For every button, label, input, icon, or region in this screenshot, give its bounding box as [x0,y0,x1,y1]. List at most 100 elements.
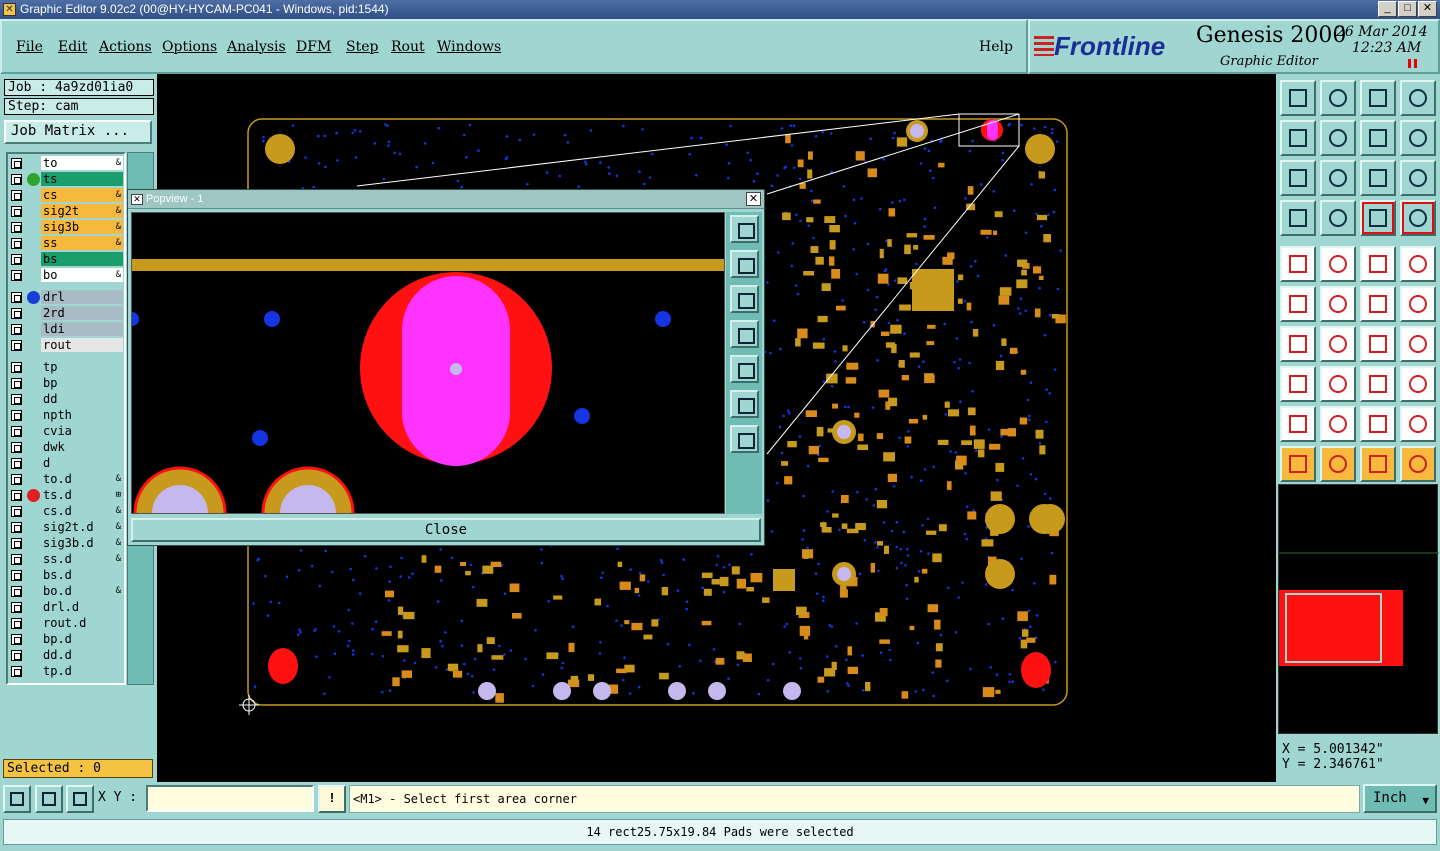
ruler-tool-icon[interactable] [1280,200,1316,236]
pointer-icon[interactable] [1280,446,1316,482]
popview-zoom-fit-icon[interactable] [730,215,759,243]
units-dropdown[interactable]: Inch ▼ [1363,784,1437,813]
pad-tool-icon[interactable] [1400,246,1436,282]
measure-icon[interactable] [1360,246,1396,282]
close-window-button[interactable]: ✕ [1418,1,1437,17]
maximize-button[interactable]: □ [1398,1,1417,17]
layer-name[interactable]: bs [41,252,123,266]
job-matrix-button[interactable]: Job Matrix ... [4,120,152,144]
layer-name[interactable]: bo & [41,268,123,282]
layer-row-sig3b-d[interactable]: sig3b.d & [8,536,124,550]
layer-row-bo[interactable]: bo & [8,268,124,282]
pointer-box-icon[interactable] [1320,446,1356,482]
rotate-icon[interactable] [1400,120,1436,156]
popview-zoom-out-icon[interactable] [730,390,759,418]
cross-icon[interactable] [1320,286,1356,322]
layer-row-to[interactable]: to & [8,156,124,170]
layer-checkbox[interactable] [11,270,22,281]
layer-checkbox[interactable] [11,554,22,565]
layer-name[interactable]: 2rd [41,306,123,320]
layer-checkbox[interactable] [11,442,22,453]
layer-row-rout[interactable]: rout [8,338,124,352]
menu-file[interactable]: File [16,39,43,55]
layer-checkbox[interactable] [11,238,22,249]
snap-icon[interactable] [1280,366,1316,402]
layer-name[interactable]: sig3b.d & [41,536,123,550]
window-split-icon[interactable] [1400,80,1436,116]
popview-pan-up-icon[interactable] [730,250,759,278]
layer-row-bs[interactable]: bs [8,252,124,266]
grid-mode-icon[interactable] [66,785,94,813]
route-icon[interactable] [1400,446,1436,482]
popview-pan-right-icon[interactable] [730,355,759,383]
help-icon[interactable] [1400,160,1436,196]
measure-mode-icon[interactable] [35,785,63,813]
grid-icon[interactable] [1320,200,1356,236]
layer-checkbox[interactable] [11,490,22,501]
layer-row-drl-d[interactable]: drl.d [8,600,124,614]
layer-checkbox[interactable] [11,522,22,533]
layer-row-rout-d[interactable]: rout.d [8,616,124,630]
layer-row-ldi[interactable]: ldi [8,322,124,336]
layer-checkbox[interactable] [11,474,22,485]
open-job-icon[interactable] [1280,80,1316,116]
menu-edit[interactable]: Edit [58,39,87,55]
shape-icon[interactable] [1400,366,1436,402]
layer-checkbox[interactable] [11,650,22,661]
layer-checkbox[interactable] [11,190,22,201]
layer-name[interactable]: cs.d & [41,504,123,518]
xy-input[interactable] [146,785,314,812]
move-left-icon[interactable] [1280,120,1316,156]
popview-zoom-in-icon[interactable] [730,425,759,453]
layer-name[interactable]: ss & [41,236,123,250]
layer-name[interactable]: ldi [41,322,123,336]
layer-name[interactable]: to & [41,156,123,170]
alert-button[interactable]: ! [318,785,346,813]
layer-row-to-d[interactable]: to.d & [8,472,124,486]
layer-checkbox[interactable] [11,538,22,549]
layer-row-tp-d[interactable]: tp.d [8,664,124,678]
dimension-icon[interactable] [1360,366,1396,402]
layer-checkbox[interactable] [11,378,22,389]
layer-row-2rd[interactable]: 2rd [8,306,124,320]
menu-actions[interactable]: Actions [99,39,152,55]
popview-zoom-view[interactable] [131,212,725,514]
layer-checkbox[interactable] [11,394,22,405]
angle-icon[interactable] [1280,326,1316,362]
layer-name[interactable]: rout.d [41,616,123,630]
layer-row-npth[interactable]: npth [8,408,124,422]
layer-name[interactable]: ts.d ⊞ [41,488,123,502]
snap-mode-icon[interactable] [3,785,31,813]
flip-icon[interactable] [1360,120,1396,156]
layer-name[interactable]: dwk [41,440,123,454]
layer-name[interactable]: rout [41,338,123,352]
layer-row-tp[interactable]: tp [8,360,124,374]
layer-row-cs-d[interactable]: cs.d & [8,504,124,518]
layer-name[interactable]: bs.d [41,568,123,582]
layer-row-cvia[interactable]: cvia [8,424,124,438]
layer-checkbox[interactable] [11,206,22,217]
layer-row-ts-d[interactable]: ts.d ⊞ [8,488,124,502]
layer-row-ss-d[interactable]: ss.d & [8,552,124,566]
move-right-icon[interactable] [1320,120,1356,156]
layer-name[interactable]: ss.d & [41,552,123,566]
layer-name[interactable]: drl [41,290,123,304]
arc-add-icon[interactable] [1400,286,1436,322]
menu-options[interactable]: Options [162,39,217,55]
layer-row-dd-d[interactable]: dd.d [8,648,124,662]
layer-name[interactable]: drl.d [41,600,123,614]
menu-windows[interactable]: Windows [437,39,501,55]
layer-checkbox[interactable] [11,586,22,597]
minimap[interactable] [1278,484,1439,734]
popview-pan-down-icon[interactable] [730,285,759,313]
layer-checkbox[interactable] [11,308,22,319]
layers-color-icon[interactable] [1360,200,1396,236]
popview-close-button[interactable]: Close [131,518,761,542]
layer-row-sig2t[interactable]: sig2t & [8,204,124,218]
layer-name[interactable]: dd [41,392,123,406]
layer-name[interactable]: cs & [41,188,123,202]
layer-name[interactable]: ts [41,172,123,186]
ratio-icon[interactable] [1360,160,1396,196]
save-icon[interactable] [1320,80,1356,116]
layer-name[interactable]: sig3b & [41,220,123,234]
